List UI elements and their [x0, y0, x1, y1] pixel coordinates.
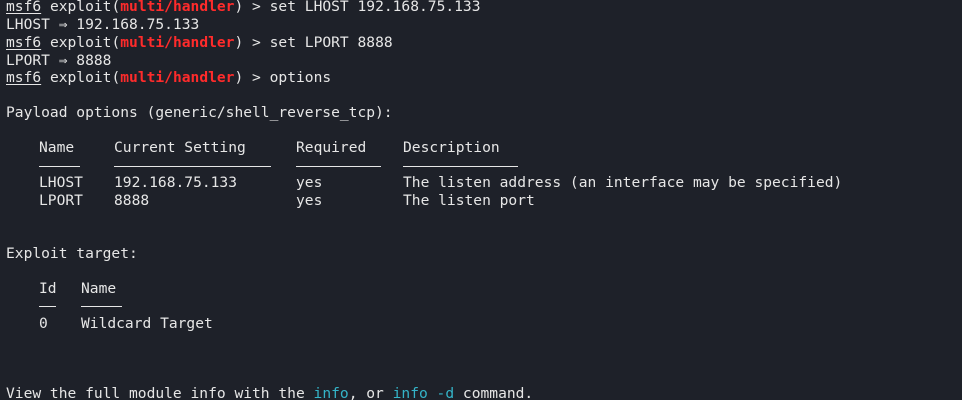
prompt-suffix: ) >: [234, 34, 270, 51]
column-underline: [39, 166, 80, 167]
option-current-lhost: 192.168.75.133: [114, 174, 238, 191]
option-current-lport: 8888: [114, 192, 150, 209]
hint-middle: , or: [348, 385, 393, 400]
column-underline: [81, 306, 122, 307]
hint-suffix: command.: [454, 385, 534, 400]
column-header-target-name: Name: [81, 280, 117, 297]
info-d-command-link[interactable]: info -d: [393, 385, 455, 400]
hint-prefix: View the full module info with the: [6, 385, 314, 400]
option-required-lhost: yes: [296, 174, 323, 191]
target-id: 0: [39, 315, 48, 332]
info-command-link[interactable]: info: [314, 385, 349, 400]
msf-prompt: msf6: [6, 69, 42, 86]
column-underline: [403, 166, 518, 167]
command-output-lhost: LHOST ⇒ 192.168.75.133: [6, 16, 200, 33]
prompt-suffix: ) >: [234, 0, 270, 15]
column-header-id: Id: [39, 280, 57, 297]
column-header-name: Name: [39, 139, 75, 156]
terminal-window[interactable]: msf6 exploit(multi/handler) > set LHOST …: [0, 0, 962, 400]
command-line-set-lhost: msf6 exploit(multi/handler) > set LHOST …: [6, 0, 481, 16]
exploit-label: exploit(: [49, 69, 121, 86]
option-required-lport: yes: [296, 192, 323, 209]
option-description-lhost: The listen address (an interface may be …: [403, 174, 843, 191]
option-name-lport: LPORT: [39, 192, 83, 209]
msf-prompt: msf6: [6, 34, 42, 51]
command-output-lport: LPORT ⇒ 8888: [6, 52, 112, 69]
payload-options-title: Payload options (generic/shell_reverse_t…: [6, 104, 393, 121]
command-line-set-lport: msf6 exploit(multi/handler) > set LPORT …: [6, 34, 393, 52]
option-description-lport: The listen port: [403, 192, 535, 209]
prompt-suffix: ) >: [234, 69, 270, 86]
module-info-hint: View the full module info with the info,…: [6, 385, 533, 400]
option-name-lhost: LHOST: [39, 174, 83, 191]
column-header-required: Required: [296, 139, 367, 156]
column-header-current-setting: Current Setting: [114, 139, 246, 156]
command-text: options: [269, 69, 332, 86]
module-name: multi/handler: [120, 0, 235, 15]
module-name: multi/handler: [120, 34, 235, 51]
msf-prompt: msf6: [6, 0, 42, 15]
column-underline: [296, 166, 381, 167]
column-header-description: Description: [403, 139, 500, 156]
column-underline: [114, 166, 271, 167]
target-name: Wildcard Target: [81, 315, 213, 332]
exploit-label: exploit(: [49, 34, 121, 51]
command-text: set LPORT 8888: [269, 34, 393, 51]
command-text: set LHOST 192.168.75.133: [269, 0, 481, 15]
exploit-label: exploit(: [49, 0, 121, 15]
exploit-target-title: Exploit target:: [6, 245, 138, 262]
column-underline: [39, 306, 56, 307]
module-name: multi/handler: [120, 69, 235, 86]
command-line-options: msf6 exploit(multi/handler) > options: [6, 69, 331, 87]
